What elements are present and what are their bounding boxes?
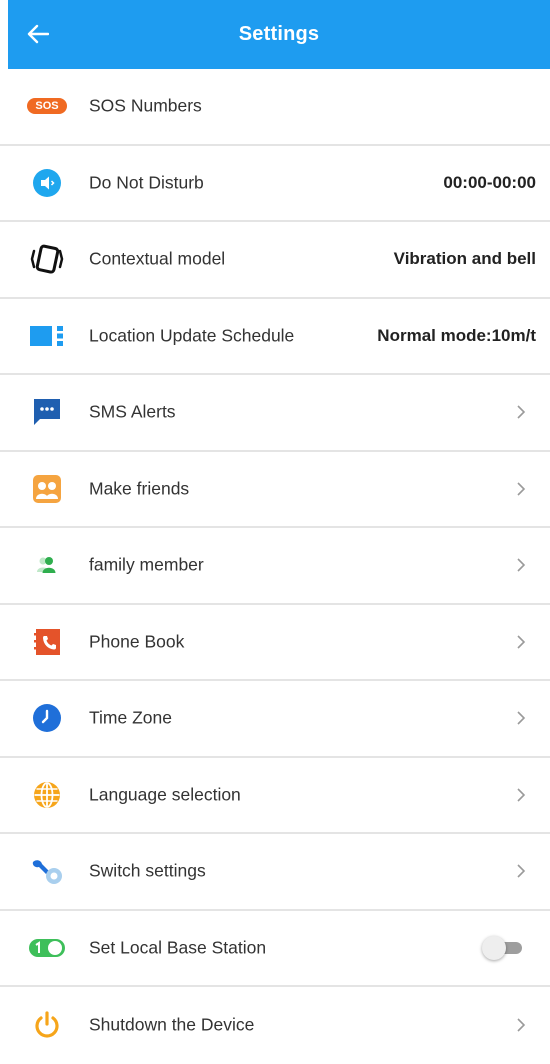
toggle-knob [482, 935, 506, 960]
wrench-icon [26, 856, 68, 886]
row-phone-book[interactable]: Phone Book [0, 605, 550, 681]
row-label: Shutdown the Device [89, 1014, 255, 1035]
clock-icon [26, 703, 68, 733]
chat-bubble-icon [26, 397, 68, 427]
row-sms-alerts[interactable]: SMS Alerts [0, 375, 550, 452]
sos-icon-text: SOS [35, 100, 59, 113]
row-do-not-disturb[interactable]: Do Not Disturb 00:00-00:00 [0, 146, 550, 222]
chevron-right-icon [514, 556, 528, 574]
location-schedule-icon [26, 321, 68, 351]
row-label: SOS Numbers [89, 95, 202, 116]
chevron-right-icon [514, 786, 528, 804]
row-value: 00:00-00:00 [443, 172, 536, 192]
row-sos-numbers[interactable]: SOS SOS Numbers [0, 69, 550, 146]
row-time-zone[interactable]: Time Zone [0, 681, 550, 758]
toggle-on-icon [26, 933, 68, 963]
app-header: Settings [8, 0, 550, 69]
row-family-member[interactable]: family member [0, 528, 550, 605]
row-label: SMS Alerts [89, 401, 176, 422]
friends-icon [26, 474, 68, 504]
phone-book-icon [26, 627, 68, 657]
mute-speaker-icon [26, 168, 68, 198]
row-label: Language selection [89, 784, 241, 805]
power-icon [26, 1010, 68, 1040]
chevron-right-icon [514, 480, 528, 498]
page-title: Settings [238, 23, 320, 45]
row-label: Time Zone [89, 707, 172, 728]
row-value: Normal mode:10m/t [377, 325, 536, 345]
row-label: Make friends [89, 478, 190, 499]
row-label: Contextual model [89, 248, 226, 269]
chevron-right-icon [514, 862, 528, 880]
row-language-selection[interactable]: Language selection [0, 758, 550, 834]
chevron-right-icon [514, 709, 528, 727]
row-label: Do Not Disturb [89, 172, 204, 193]
row-switch-settings[interactable]: Switch settings [0, 834, 550, 911]
chevron-right-icon [514, 403, 528, 421]
chevron-right-icon [514, 1016, 528, 1034]
row-make-friends[interactable]: Make friends [0, 452, 550, 528]
base-station-toggle[interactable] [482, 935, 526, 960]
row-shutdown-device[interactable]: Shutdown the Device [0, 987, 550, 1064]
row-label: Switch settings [89, 860, 206, 881]
sos-icon: SOS [26, 91, 68, 121]
settings-list: SOS SOS Numbers Do Not Disturb 00:00-00:… [0, 69, 550, 1064]
row-label: Location Update Schedule [89, 325, 295, 346]
globe-icon [26, 780, 68, 810]
row-label: Phone Book [89, 631, 185, 652]
row-label: family member [89, 554, 204, 575]
vibrate-phone-icon [26, 244, 68, 274]
family-icon [26, 550, 68, 580]
row-location-update-schedule[interactable]: Location Update Schedule Normal mode:10m… [0, 299, 550, 375]
row-contextual-model[interactable]: Contextual model Vibration and bell [0, 222, 550, 299]
row-label: Set Local Base Station [89, 937, 267, 958]
row-set-local-base-station: Set Local Base Station [0, 911, 550, 987]
chevron-right-icon [514, 633, 528, 651]
row-value: Vibration and bell [393, 249, 536, 269]
